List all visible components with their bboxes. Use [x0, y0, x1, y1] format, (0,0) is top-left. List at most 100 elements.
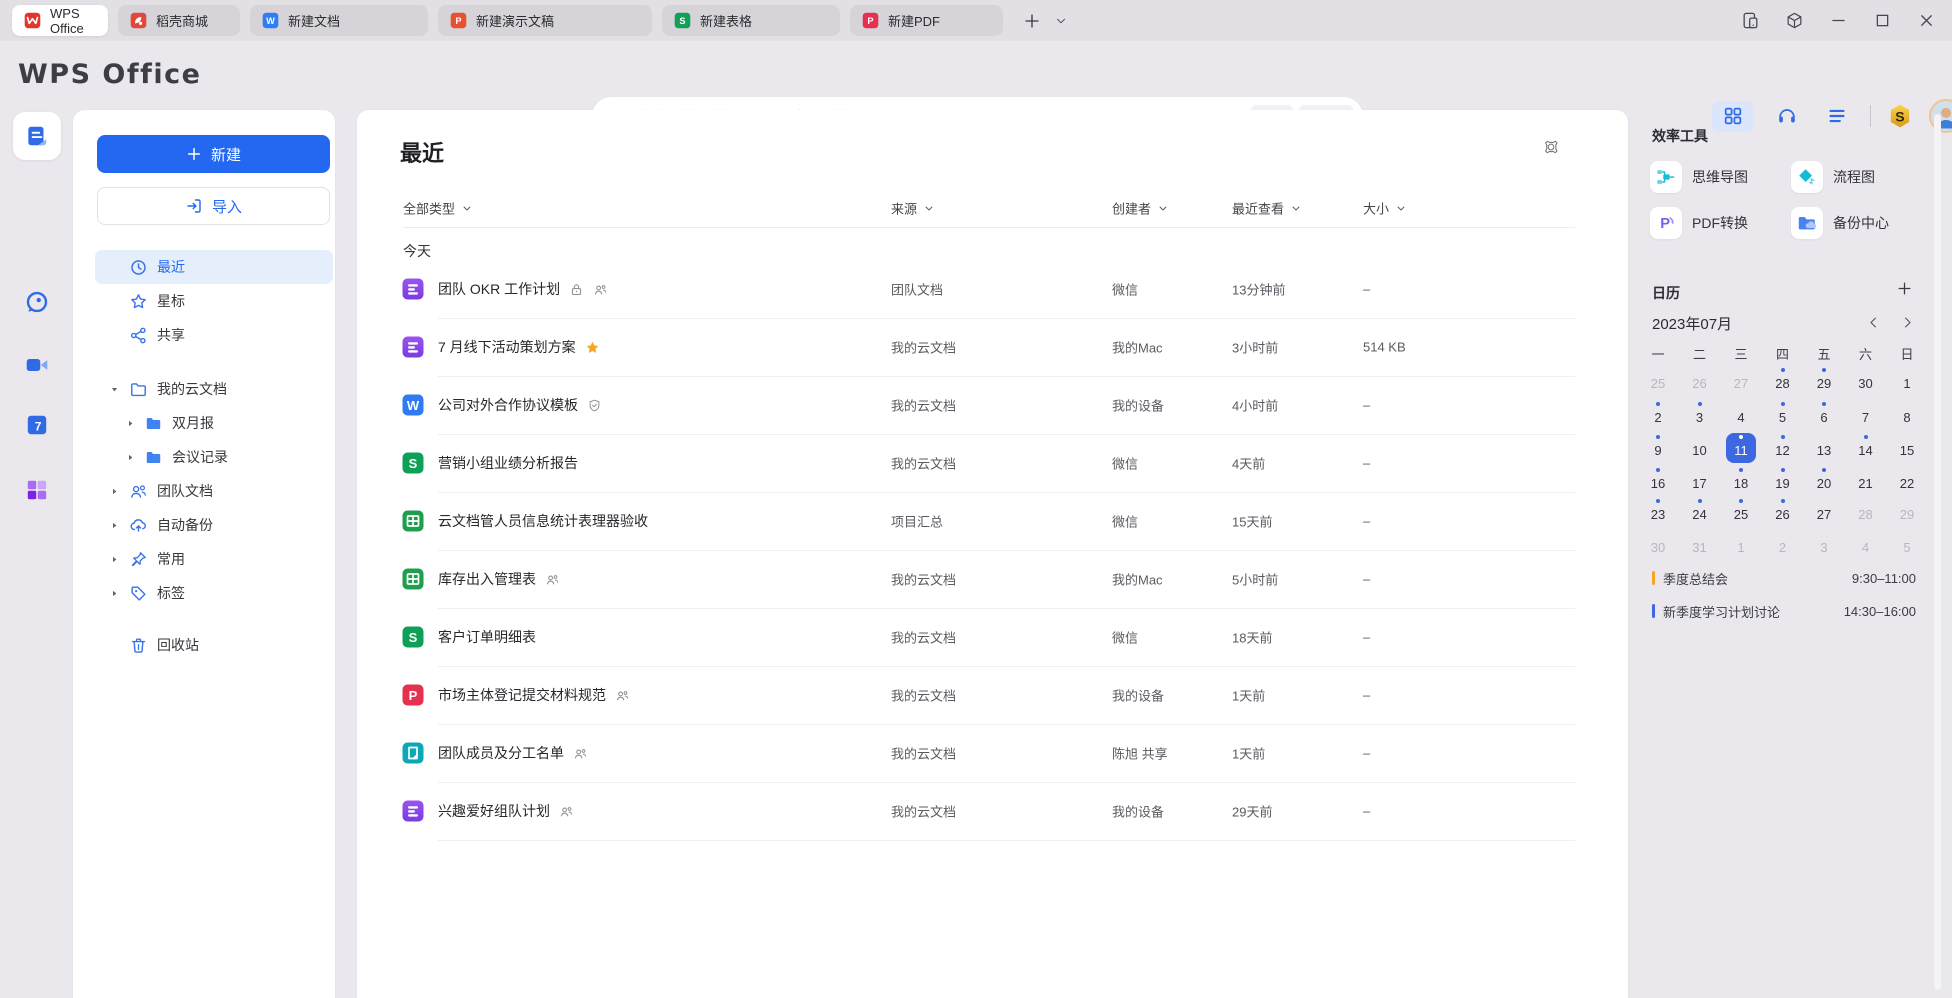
file-row[interactable]: S营销小组业绩分析报告我的云文档微信4天前–: [357, 434, 1628, 492]
rail-meetings[interactable]: [13, 341, 61, 389]
calendar-prev-month-button[interactable]: [1866, 315, 1882, 331]
tab-document-5[interactable]: P新建PDF: [850, 5, 1003, 36]
caret-right-icon[interactable]: [110, 487, 119, 496]
calendar-day[interactable]: 27: [1726, 366, 1756, 396]
rail-calendar[interactable]: 7: [13, 401, 61, 449]
calendar-day[interactable]: 15: [1892, 433, 1922, 463]
sidebar-item-7-cloud-backup[interactable]: 自动备份: [95, 508, 333, 542]
calendar-day[interactable]: 16: [1643, 466, 1673, 496]
file-row[interactable]: S客户订单明细表我的云文档微信18天前–: [357, 608, 1628, 666]
rail-messages[interactable]: [13, 278, 61, 326]
calendar-day[interactable]: 4: [1851, 530, 1881, 560]
caret-right-icon[interactable]: [126, 453, 135, 462]
calendar-day[interactable]: 28: [1851, 497, 1881, 527]
file-row[interactable]: 7 月线下活动策划方案我的云文档我的Mac3小时前514 KB: [357, 318, 1628, 376]
file-row[interactable]: W公司对外合作协议模板我的云文档我的设备4小时前–: [357, 376, 1628, 434]
tab-document-4[interactable]: S新建表格: [662, 5, 840, 36]
calendar-day[interactable]: 1: [1892, 366, 1922, 396]
calendar-day[interactable]: 30: [1851, 366, 1881, 396]
sidebar-item-1-star[interactable]: 星标: [95, 284, 333, 318]
calendar-day[interactable]: 8: [1892, 400, 1922, 430]
calendar-day[interactable]: 22: [1892, 466, 1922, 496]
filter-creator[interactable]: 创建者: [1112, 199, 1169, 218]
filter-last-viewed[interactable]: 最近查看: [1232, 199, 1302, 218]
calendar-day[interactable]: 25: [1643, 366, 1673, 396]
rail-apps[interactable]: [13, 466, 61, 514]
sidebar-item-0-clock[interactable]: 最近: [95, 250, 333, 284]
tab-home[interactable]: WPS Office: [12, 5, 108, 36]
calendar-day[interactable]: 17: [1685, 466, 1715, 496]
sidebar-item-4-folder[interactable]: 双月报: [95, 406, 333, 440]
tab-list-chevron-button[interactable]: [1051, 11, 1071, 31]
tool-backup-center[interactable]: 备份中心: [1791, 207, 1889, 239]
calendar-day[interactable]: 5: [1768, 400, 1798, 430]
sidebar-item-8-pin[interactable]: 常用: [95, 542, 333, 576]
calendar-day[interactable]: 29: [1892, 497, 1922, 527]
gear-icon[interactable]: [1542, 138, 1560, 156]
file-row[interactable]: 团队成员及分工名单我的云文档陈旭 共享1天前–: [357, 724, 1628, 782]
calendar-day[interactable]: 23: [1643, 497, 1673, 527]
new-document-button[interactable]: 新建: [97, 135, 330, 173]
scrollbar[interactable]: [1934, 114, 1941, 990]
sidebar-item-3-folder-open[interactable]: 我的云文档: [95, 372, 333, 406]
calendar-day[interactable]: 18: [1726, 466, 1756, 496]
calendar-day[interactable]: 2: [1768, 530, 1798, 560]
file-row[interactable]: P市场主体登记提交材料规范我的云文档我的设备1天前–: [357, 666, 1628, 724]
caret-right-icon[interactable]: [110, 589, 119, 598]
close-button[interactable]: [1916, 11, 1936, 31]
tab-document-3[interactable]: P新建演示文稿: [438, 5, 652, 36]
calendar-day[interactable]: 6: [1809, 400, 1839, 430]
filter-all-types[interactable]: 全部类型: [403, 199, 473, 218]
rail-documents[interactable]: [13, 112, 61, 160]
calendar-day[interactable]: 20: [1809, 466, 1839, 496]
calendar-day[interactable]: 13: [1809, 433, 1839, 463]
tab-document-1[interactable]: 稻壳商城: [118, 5, 240, 36]
calendar-day-selected[interactable]: 11: [1726, 433, 1756, 463]
caret-right-icon[interactable]: [110, 521, 119, 530]
calendar-day[interactable]: 26: [1768, 497, 1798, 527]
filter-source[interactable]: 来源: [891, 199, 935, 218]
calendar-day[interactable]: 12: [1768, 433, 1798, 463]
caret-down-icon[interactable]: [110, 385, 119, 394]
calendar-day[interactable]: 3: [1685, 400, 1715, 430]
sidebar-item-10-trash[interactable]: 回收站: [95, 628, 333, 662]
minimize-button[interactable]: [1828, 11, 1848, 31]
calendar-day[interactable]: 30: [1643, 530, 1673, 560]
calendar-event[interactable]: 新季度学习计划讨论14:30–16:00: [1652, 602, 1916, 620]
calendar-add-event-button[interactable]: [1896, 280, 1913, 297]
workspace-button[interactable]: [1784, 11, 1804, 31]
tool-pdf-convert[interactable]: PPDF转换: [1650, 207, 1748, 239]
calendar-day[interactable]: 31: [1685, 530, 1715, 560]
file-row[interactable]: 云文档管人员信息统计表理器验收项目汇总微信15天前–: [357, 492, 1628, 550]
tab-document-2[interactable]: W新建文档: [250, 5, 428, 36]
tool-flowchart[interactable]: 流程图: [1791, 161, 1875, 193]
calendar-day[interactable]: 14: [1851, 433, 1881, 463]
calendar-day[interactable]: 29: [1809, 366, 1839, 396]
tool-mindmap[interactable]: 思维导图: [1650, 161, 1748, 193]
caret-right-icon[interactable]: [126, 419, 135, 428]
file-row[interactable]: 团队 OKR 工作计划团队文档微信13分钟前–: [357, 260, 1628, 318]
new-tab-button[interactable]: [1019, 8, 1045, 34]
file-row[interactable]: 库存出入管理表我的云文档我的Mac5小时前–: [357, 550, 1628, 608]
calendar-day[interactable]: 7: [1851, 400, 1881, 430]
sidebar-item-9-tag[interactable]: 标签: [95, 576, 333, 610]
calendar-day[interactable]: 1: [1726, 530, 1756, 560]
calendar-day[interactable]: 19: [1768, 466, 1798, 496]
calendar-event[interactable]: 季度总结会9:30–11:00: [1652, 569, 1916, 587]
file-row[interactable]: 兴趣爱好组队计划我的云文档我的设备29天前–: [357, 782, 1628, 840]
calendar-day[interactable]: 25: [1726, 497, 1756, 527]
calendar-day[interactable]: 27: [1809, 497, 1839, 527]
calendar-day[interactable]: 28: [1768, 366, 1798, 396]
calendar-day[interactable]: 3: [1809, 530, 1839, 560]
calendar-next-month-button[interactable]: [1900, 315, 1916, 331]
sidebar-item-2-share[interactable]: 共享: [95, 318, 333, 352]
calendar-day[interactable]: 2: [1643, 400, 1673, 430]
sidebar-item-5-folder[interactable]: 会议记录: [95, 440, 333, 474]
caret-right-icon[interactable]: [110, 555, 119, 564]
filter-size[interactable]: 大小: [1363, 199, 1407, 218]
sidebar-item-6-team[interactable]: 团队文档: [95, 474, 333, 508]
import-button[interactable]: 导入: [97, 187, 330, 225]
calendar-day[interactable]: 10: [1685, 433, 1715, 463]
calendar-day[interactable]: 9: [1643, 433, 1673, 463]
calendar-day[interactable]: 21: [1851, 466, 1881, 496]
